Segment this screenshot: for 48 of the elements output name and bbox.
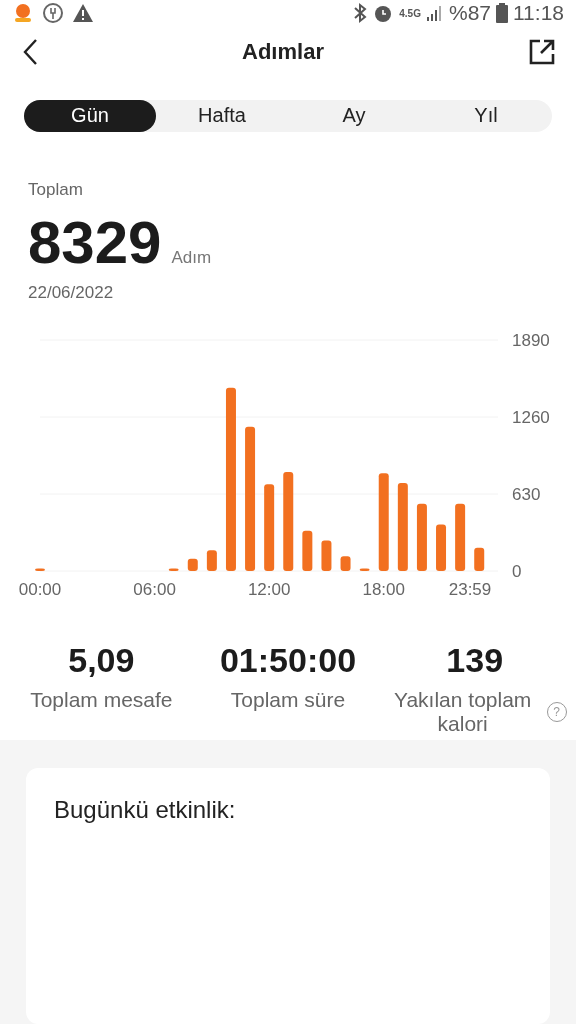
period-tab[interactable]: Gün	[24, 100, 156, 132]
step-bar	[340, 556, 351, 571]
step-bar	[321, 540, 332, 571]
share-button[interactable]	[528, 38, 556, 67]
y-axis-label: 1890	[512, 330, 550, 350]
battery-percent: %87	[448, 1, 491, 26]
period-tab[interactable]: Hafta	[156, 100, 288, 132]
app-notification-icon	[12, 2, 34, 25]
stat-label: Toplam süre	[230, 687, 346, 712]
stat-value: 5,09	[68, 640, 135, 680]
step-bar	[359, 568, 370, 571]
warning-icon	[72, 3, 94, 24]
back-button[interactable]	[22, 38, 38, 67]
step-bar	[455, 503, 466, 571]
stat-label: Toplam mesafe	[30, 687, 173, 712]
step-bar	[187, 558, 198, 571]
step-bar	[436, 524, 447, 571]
x-axis-label: 23:59	[448, 579, 492, 599]
fork-icon	[42, 2, 64, 25]
step-count: 8329	[28, 207, 162, 277]
y-axis-label: 1260	[512, 407, 550, 427]
bluetooth-icon	[353, 2, 368, 25]
step-bar	[302, 530, 313, 571]
y-axis-label: 630	[512, 484, 541, 504]
step-unit: Adım	[171, 247, 212, 268]
step-bar	[206, 550, 217, 571]
step-bar	[168, 568, 179, 571]
step-bar	[35, 568, 45, 571]
stat-value: 01:50:00	[219, 640, 357, 680]
signal-icon	[425, 4, 444, 23]
x-axis-label: 12:00	[247, 579, 291, 599]
step-bar	[416, 503, 427, 571]
total-label: Toplam	[28, 179, 84, 200]
page-title: Adımlar	[242, 39, 324, 66]
stat-value: 139	[446, 640, 504, 680]
network-type: 4.5G	[399, 7, 421, 19]
clock: 11:18	[513, 1, 564, 26]
stat-label: Yakılan toplam kalori	[393, 687, 533, 736]
date-label: 22/06/2022	[28, 282, 115, 303]
x-axis-label: 00:00	[18, 579, 62, 599]
activity-title: Bugünkü etkinlik:	[54, 796, 236, 823]
x-axis-label: 06:00	[133, 579, 176, 599]
step-bar	[474, 547, 485, 571]
y-axis-label: 0	[512, 561, 522, 581]
period-tab[interactable]: Ay	[288, 100, 420, 132]
period-tab[interactable]: Yıl	[420, 100, 552, 132]
battery-icon	[496, 3, 508, 24]
x-axis-label: 18:00	[362, 579, 405, 599]
